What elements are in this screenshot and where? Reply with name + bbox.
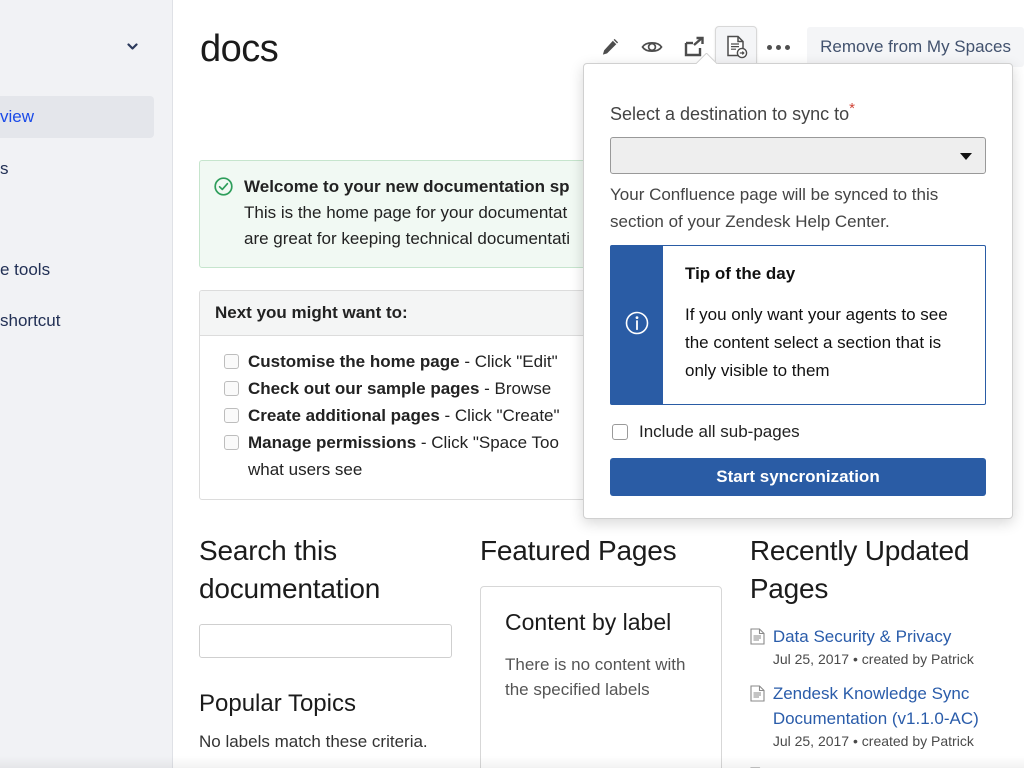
task-checkbox[interactable] (224, 381, 239, 396)
list-item: docs Jul 25, 2017 • created by Patrick (750, 763, 999, 768)
page-title: docs (200, 28, 279, 70)
tip-body: Tip of the day If you only want your age… (663, 246, 985, 404)
sync-destination-popup: Select a destination to sync to* Your Co… (583, 63, 1013, 519)
info-icon (624, 310, 650, 341)
ellipsis-glyph (766, 44, 790, 50)
popup-pointer (696, 53, 718, 64)
popular-topics-heading: Popular Topics (199, 690, 356, 717)
recent-page-link[interactable]: Data Security & Privacy (773, 624, 974, 649)
check-circle-icon (214, 177, 233, 252)
sync-destination-label: Select a destination to sync to* (610, 100, 986, 125)
page-icon (750, 628, 765, 670)
task-bold: Manage permissions (248, 433, 417, 452)
welcome-line-2: are great for keeping technical document… (244, 229, 571, 248)
task-text: Customise the home page - Click "Edit" (248, 348, 558, 375)
welcome-title: Welcome to your new documentation sp (244, 177, 570, 196)
edit-icon[interactable] (589, 26, 631, 68)
list-item: Zendesk Knowledge Sync Documentation (v1… (750, 681, 999, 752)
task-bold: Create additional pages (248, 406, 440, 425)
task-bold: Check out our sample pages (248, 379, 480, 398)
recent-page-meta: Jul 25, 2017 • created by Patrick (772, 733, 974, 749)
caret-down-icon[interactable] (960, 153, 972, 160)
start-synchronization-button[interactable]: Start syncronization (610, 458, 986, 496)
sidebar-item-shortcut[interactable]: shortcut (0, 300, 154, 342)
chevron-down-icon[interactable] (126, 40, 139, 53)
search-column: Search this documentation Popular Topics… (199, 532, 480, 768)
tip-text: If you only want your agents to see the … (685, 305, 948, 380)
task-text: Create additional pages - Click "Create" (248, 402, 560, 429)
content-by-label-empty: There is no content with the specified l… (505, 655, 686, 699)
list-item-body: Data Security & Privacy Jul 25, 2017 • c… (773, 624, 974, 670)
task-rest: - Click "Space Too (416, 433, 559, 452)
remove-from-my-spaces-button[interactable]: Remove from My Spaces (807, 27, 1024, 67)
list-item-body: docs Jul 25, 2017 • created by Patrick (773, 763, 974, 768)
sidebar-item-overview[interactable]: view (0, 96, 154, 138)
include-subpages-row[interactable]: Include all sub-pages (612, 422, 986, 442)
page-icon (750, 685, 765, 752)
include-subpages-label: Include all sub-pages (639, 422, 800, 441)
sync-destination-hint: Your Confluence page will be synced to t… (610, 185, 939, 231)
sidebar-item-label: view (0, 107, 35, 126)
task-rest: - Click "Create" (439, 406, 560, 425)
content-by-label-title: Content by label (505, 609, 672, 635)
page-toolbar: Remove from My Spaces (589, 26, 1024, 68)
sync-destination-select[interactable] (610, 137, 986, 174)
content-by-label-card: Content by label There is no content wit… (480, 586, 722, 768)
sidebar-item-label: s (0, 159, 9, 178)
list-item-body: Zendesk Knowledge Sync Documentation (v1… (773, 681, 999, 752)
include-subpages-checkbox[interactable] (612, 424, 628, 440)
sidebar-item-label: e tools (0, 260, 51, 279)
recent-page-link[interactable]: docs (773, 763, 974, 768)
sidebar-item-pages[interactable]: s (0, 148, 154, 190)
recent-page-meta: Jul 25, 2017 • created by Patrick (772, 651, 974, 667)
more-actions-icon[interactable] (757, 26, 799, 68)
search-input[interactable] (199, 624, 452, 658)
popular-topics-empty: No labels match these criteria. (199, 732, 428, 751)
space-sidebar: view s e tools shortcut (0, 0, 173, 768)
search-heading: Search this documentation (199, 535, 381, 604)
task-checkbox[interactable] (224, 408, 239, 423)
recent-page-link[interactable]: Zendesk Knowledge Sync Documentation (v1… (773, 681, 999, 731)
tip-title: Tip of the day (685, 264, 796, 283)
recently-updated-heading: Recently Updated Pages (749, 535, 970, 604)
welcome-line-1: This is the home page for your documenta… (244, 203, 568, 222)
featured-pages-heading: Featured Pages (480, 535, 677, 566)
sidebar-item-space-tools[interactable]: e tools (0, 249, 154, 291)
list-item: Data Security & Privacy Jul 25, 2017 • c… (750, 624, 999, 670)
task-text: Manage permissions - Click "Space Too (248, 429, 559, 456)
page-sync-icon[interactable] (715, 26, 758, 68)
welcome-text: Welcome to your new documentation sp Thi… (244, 174, 570, 252)
sync-destination-label-text: Select a destination to sync to (610, 104, 850, 124)
app-root: view s e tools shortcut docs Remove from… (0, 0, 1024, 768)
tip-of-the-day-box: Tip of the day If you only want your age… (610, 245, 986, 405)
featured-pages-column: Featured Pages Content by label There is… (480, 532, 750, 768)
tip-stripe (611, 246, 663, 404)
task-rest: - Click "Edit" (459, 352, 558, 371)
sidebar-collapse-row (0, 0, 172, 52)
task-bold: Customise the home page (248, 352, 460, 371)
task-rest: - Browse (479, 379, 552, 398)
required-marker: * (849, 100, 855, 117)
task-text: Check out our sample pages - Browse (248, 375, 551, 402)
recently-updated-column: Recently Updated Pages Data Security & P… (750, 532, 999, 768)
task-checkbox[interactable] (224, 435, 239, 450)
sidebar-item-label: shortcut (0, 311, 61, 330)
watch-eye-icon[interactable] (631, 26, 673, 68)
home-columns: Search this documentation Popular Topics… (199, 532, 999, 768)
task-checkbox[interactable] (224, 354, 239, 369)
